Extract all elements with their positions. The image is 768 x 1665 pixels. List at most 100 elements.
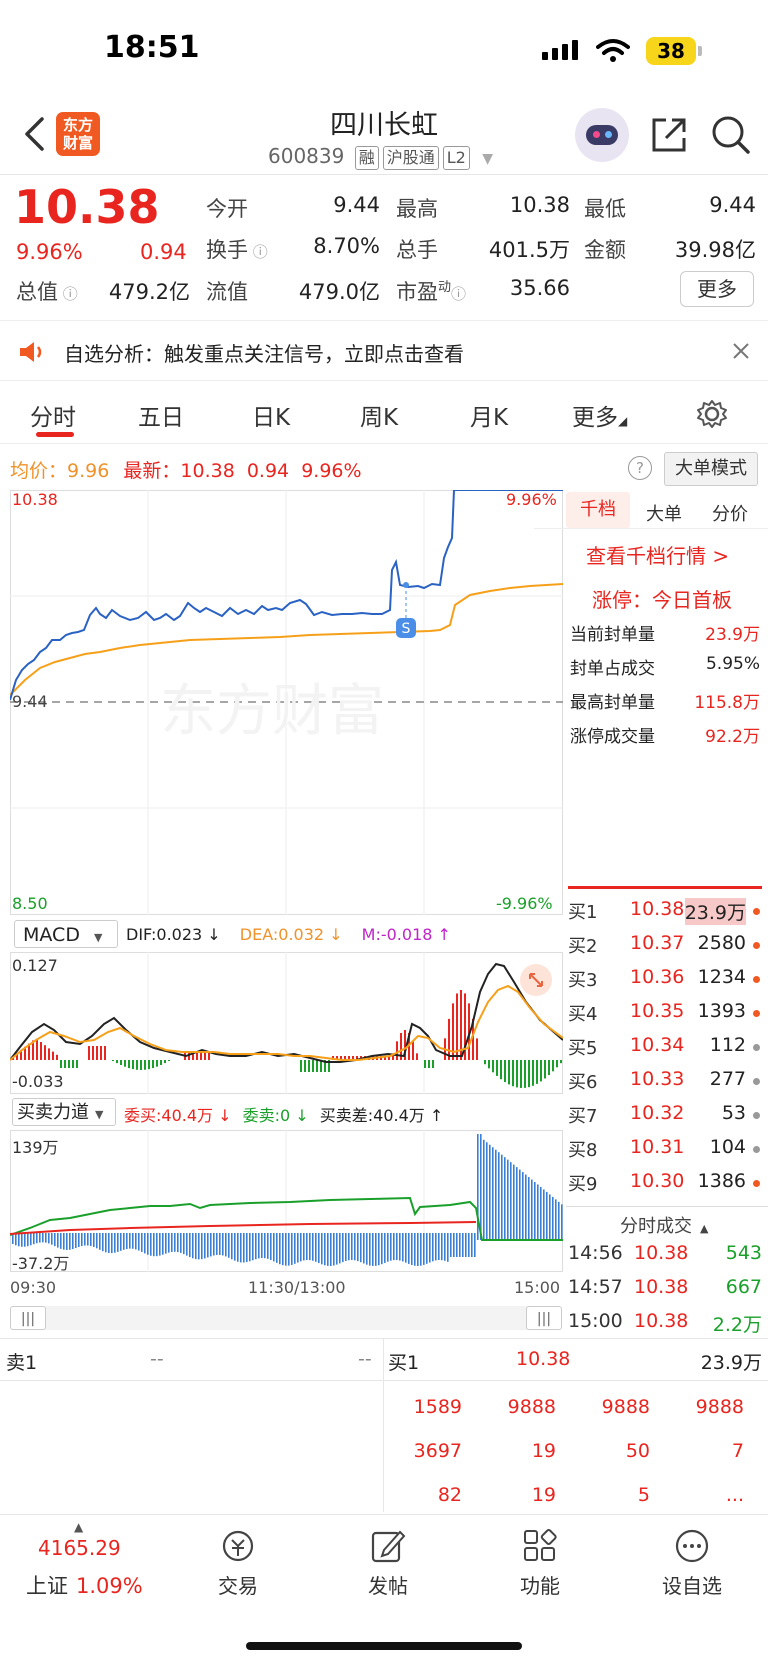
macd-bar — [148, 1060, 150, 1070]
force-bar — [108, 1233, 110, 1253]
force-bar — [165, 1233, 167, 1254]
index-row[interactable]: 上证 1.09% — [26, 1570, 143, 1600]
order-book-row[interactable]: 买4 10.35 1393 — [566, 996, 766, 1030]
post-label[interactable]: 发帖 — [350, 1570, 426, 1599]
order-book-row[interactable]: 买8 10.31 104 — [566, 1132, 766, 1166]
order-book-row[interactable]: 买5 10.34 112 — [566, 1030, 766, 1064]
high-label: 最高 — [396, 197, 438, 221]
force-chart — [10, 1130, 563, 1272]
force-bar — [552, 1196, 554, 1240]
force-bar — [411, 1233, 413, 1266]
big-order-mode-button[interactable]: 大单模式 — [664, 452, 758, 486]
side-tab-price[interactable]: 分价 — [712, 500, 748, 526]
order-volume: 112 — [709, 1034, 746, 1056]
order-book-row[interactable]: 买6 10.33 277 — [566, 1064, 766, 1098]
force-bar — [141, 1233, 143, 1252]
force-bar — [234, 1233, 236, 1261]
order-level: 买8 — [568, 1140, 598, 1161]
order-book-row[interactable]: 买3 10.36 1234 — [566, 962, 766, 996]
force-bar — [507, 1159, 509, 1240]
macd-selector[interactable]: MACD ▼ — [14, 920, 118, 948]
function-icon[interactable] — [522, 1528, 558, 1564]
time-axis-open: 09:30 — [10, 1278, 57, 1297]
macd-axis-top: 0.127 — [12, 956, 58, 975]
force-histogram — [12, 1134, 563, 1266]
queue-buy-price: 10.38 — [516, 1348, 571, 1370]
side-tab-depth[interactable]: 千档 — [566, 492, 630, 528]
share-icon[interactable] — [650, 116, 688, 154]
trade-label[interactable]: 交易 — [200, 1570, 276, 1599]
force-bar — [462, 1233, 464, 1257]
side-tab-big-order[interactable]: 大单 — [646, 500, 682, 526]
force-bar — [129, 1233, 131, 1249]
force-bar — [270, 1233, 272, 1260]
force-bar — [366, 1233, 368, 1265]
force-bar — [372, 1233, 374, 1266]
view-depth-link[interactable]: 查看千档行情 > — [586, 540, 729, 569]
scroll-handle-right[interactable]: ||| — [526, 1306, 562, 1330]
dropdown-caret-icon[interactable]: ▼ — [482, 151, 493, 167]
limit-volume-label: 涨停成交量 — [570, 727, 655, 747]
force-bar — [315, 1233, 317, 1262]
order-book-row[interactable]: 买1 10.38 23.9万 — [566, 894, 766, 928]
force-axis-bottom: -37.2万 — [12, 1254, 70, 1273]
gear-icon[interactable] — [696, 398, 728, 430]
function-label[interactable]: 功能 — [502, 1570, 578, 1599]
order-level: 买5 — [568, 1038, 598, 1059]
tabs-divider — [0, 443, 768, 444]
order-dot-icon — [753, 976, 760, 983]
scroll-handle-left[interactable]: ||| — [10, 1306, 46, 1330]
add-watchlist-icon[interactable] — [674, 1528, 710, 1564]
tab-daily-k[interactable]: 日K — [252, 398, 290, 432]
home-indicator[interactable] — [246, 1642, 522, 1650]
order-book-row[interactable]: 买7 10.32 53 — [566, 1098, 766, 1132]
robot-avatar[interactable] — [575, 108, 629, 162]
ticks-list: 14:56 10.38 543 14:57 10.38 667 15:00 10.38 2.2万 — [566, 1238, 766, 1340]
queue-cell: 19 — [531, 1484, 556, 1506]
help-icon[interactable]: ? — [628, 456, 652, 480]
trade-icon[interactable] — [218, 1528, 258, 1564]
force-bar — [288, 1233, 290, 1266]
force-bar — [279, 1233, 281, 1265]
high-value: 10.38 — [509, 193, 570, 217]
force-bar — [27, 1233, 29, 1247]
macd-bar — [36, 1038, 38, 1060]
side-tab-divider — [534, 528, 768, 529]
notice-text[interactable]: 自选分析：触发重点关注信号，立即点击查看 — [64, 338, 464, 367]
tab-monthly-k[interactable]: 月K — [470, 398, 508, 432]
more-button[interactable]: 更多 — [680, 271, 754, 307]
search-icon[interactable] — [710, 114, 752, 156]
force-bar — [63, 1233, 65, 1250]
force-bar — [291, 1233, 293, 1265]
force-bar — [30, 1233, 32, 1246]
post-icon[interactable] — [370, 1528, 406, 1564]
force-bar — [456, 1233, 458, 1257]
force-bar — [324, 1233, 326, 1266]
macd-bar — [512, 1060, 514, 1087]
tab-intraday[interactable]: 分时 — [30, 398, 76, 432]
tab-five-day[interactable]: 五日 — [138, 398, 184, 432]
ticks-title[interactable]: 分时成交 ▲ — [620, 1212, 708, 1238]
max-seal-label: 最高封单量 — [570, 693, 655, 713]
battery-tip — [698, 46, 702, 56]
force-bar — [192, 1233, 194, 1259]
tab-weekly-k[interactable]: 周K — [360, 398, 398, 432]
order-level: 买3 — [568, 970, 598, 991]
tab-more[interactable]: 更多◢ — [572, 398, 627, 432]
order-book-row[interactable]: 买9 10.30 1386 — [566, 1166, 766, 1200]
price-axis-mid: 9.44 — [12, 692, 48, 711]
force-bar — [186, 1233, 188, 1256]
force-bar — [363, 1233, 365, 1264]
add-watchlist-label[interactable]: 设自选 — [652, 1570, 732, 1599]
index-value[interactable]: 4165.29 — [38, 1536, 121, 1560]
force-bar — [432, 1233, 434, 1262]
seal-ratio-value: 5.95% — [705, 654, 760, 674]
force-selector[interactable]: 买卖力道 ▼ — [12, 1098, 116, 1126]
force-bar — [183, 1233, 185, 1255]
queue-cell: 9888 — [695, 1396, 744, 1418]
chart-scrollbar[interactable] — [10, 1306, 558, 1330]
price-chart[interactable]: 东方财富 S — [10, 490, 563, 915]
force-bar — [120, 1233, 122, 1251]
close-icon[interactable] — [732, 342, 750, 360]
order-book-row[interactable]: 买2 10.37 2580 — [566, 928, 766, 962]
